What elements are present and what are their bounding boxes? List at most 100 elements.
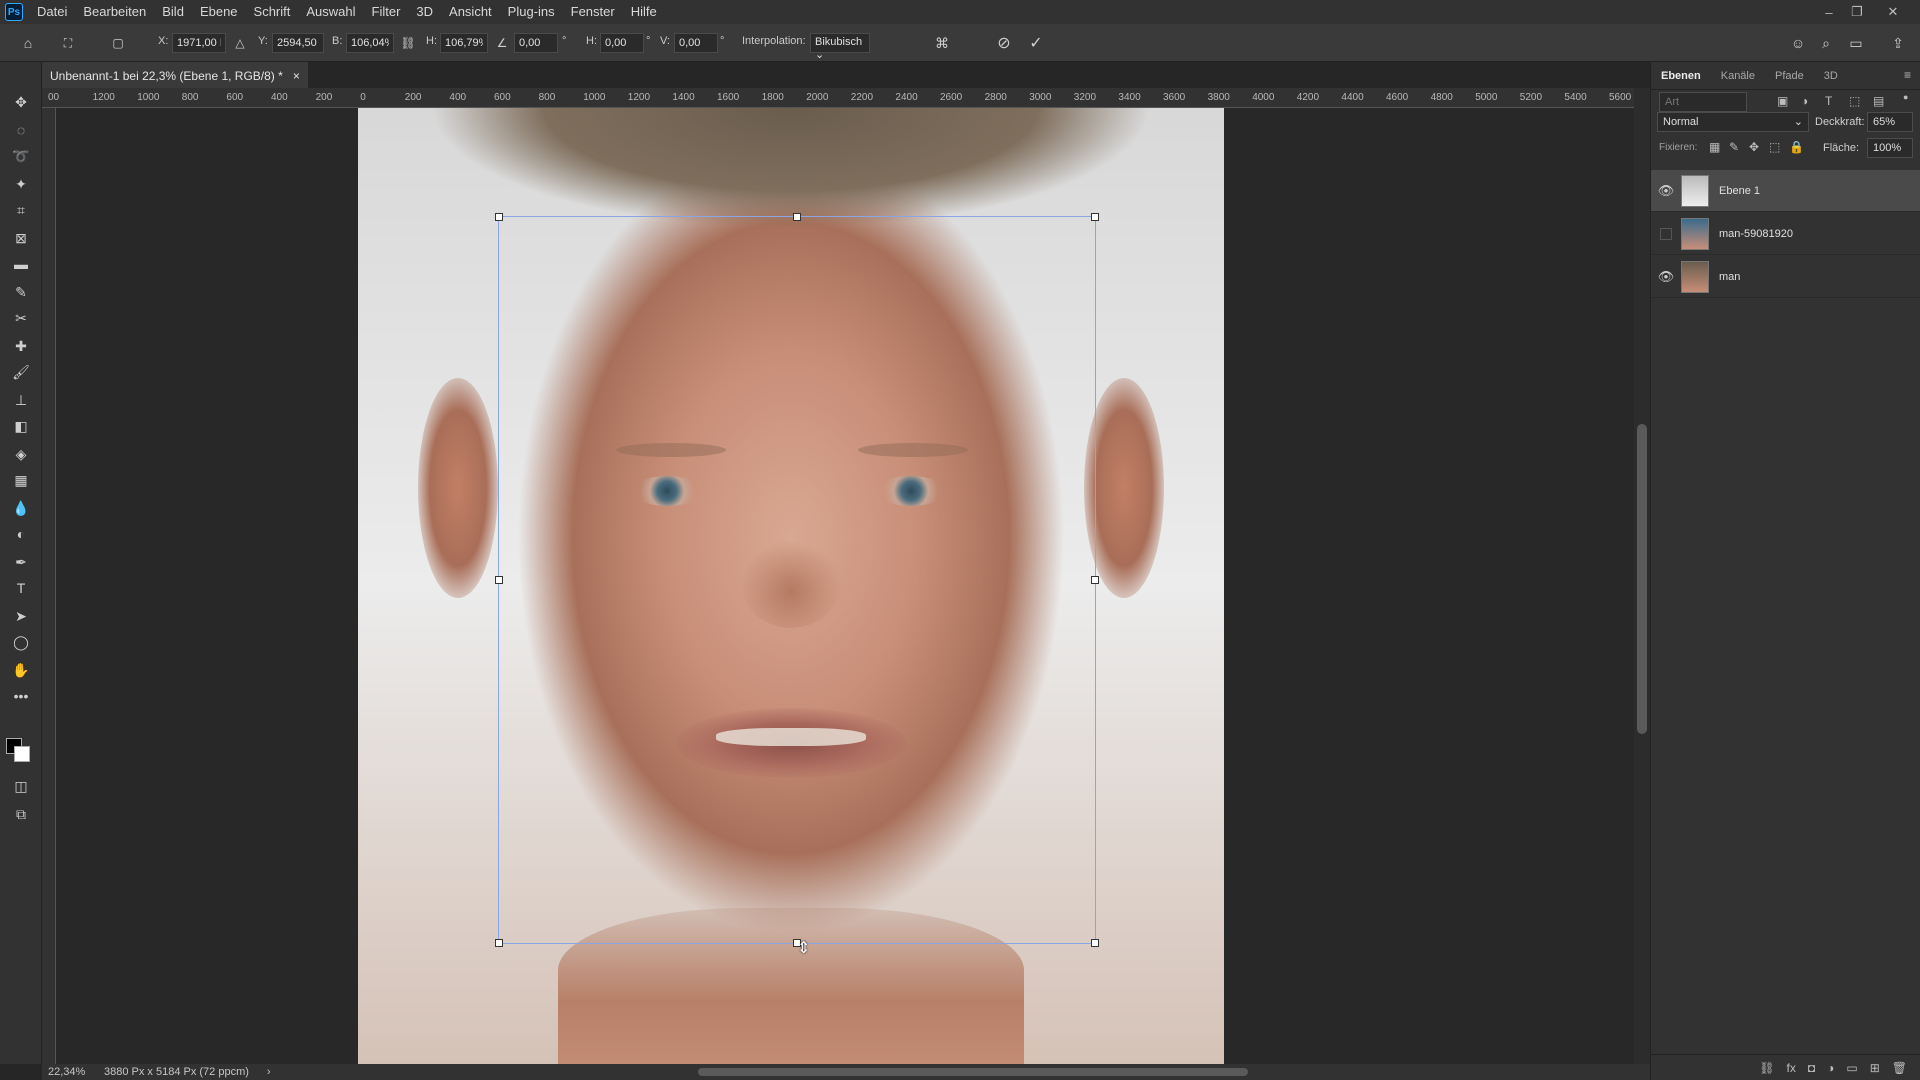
handle-middle-left[interactable] (495, 576, 503, 584)
pen-tool-icon[interactable]: ✒ (8, 550, 34, 574)
gradient-tool-icon[interactable]: ▦ (8, 468, 34, 492)
home-icon[interactable]: ⌂ (18, 33, 38, 53)
blur-tool-icon[interactable]: 💧 (8, 496, 34, 520)
delta-icon[interactable]: △ (230, 33, 250, 53)
y-position-input[interactable] (272, 33, 324, 53)
opacity-input[interactable]: 65% (1867, 112, 1913, 132)
tab-ebenen[interactable]: Ebenen (1651, 70, 1711, 89)
vertical-scroll-thumb[interactable] (1637, 424, 1647, 734)
zoom-level[interactable]: 22,34% (48, 1066, 92, 1078)
path-selection-tool-icon[interactable]: ➤ (8, 604, 34, 628)
vertical-scrollbar[interactable] (1634, 88, 1650, 1064)
tab-3d[interactable]: 3D (1814, 70, 1848, 89)
filter-pixel-icon[interactable]: ▣ (1777, 94, 1788, 108)
filter-shape-icon[interactable]: ⬚ (1849, 94, 1860, 108)
new-group-icon[interactable]: ▭ (1846, 1061, 1857, 1075)
healing-brush-tool-icon[interactable]: ✚ (8, 334, 34, 358)
canvas-area[interactable]: ⇕ (56, 108, 1634, 1064)
panel-menu-icon[interactable]: ≡ (1904, 68, 1911, 82)
more-tools-icon[interactable]: ••• (8, 684, 34, 708)
move-tool-icon[interactable]: ✥ (8, 90, 34, 114)
search-icon[interactable]: ⌕ (1816, 33, 1836, 53)
close-tab-icon[interactable]: × (293, 69, 300, 83)
new-layer-icon[interactable]: ⊞ (1870, 1061, 1880, 1075)
interpolation-select[interactable]: Bikubisch ⌄ (810, 33, 870, 61)
layer-row-ebene-1[interactable]: 👁 Ebene 1 (1651, 170, 1920, 212)
lock-transparency-icon[interactable]: ▦ (1709, 140, 1720, 154)
menu-filter[interactable]: Filter (364, 0, 409, 24)
filter-smart-object-icon[interactable]: ▤ (1873, 94, 1884, 108)
filter-toggle-icon[interactable]: ● (1903, 92, 1908, 102)
lock-position-icon[interactable]: ✥ (1749, 140, 1759, 154)
user-icon[interactable]: ☺ (1788, 33, 1808, 53)
handle-top-left[interactable] (495, 213, 503, 221)
handle-bottom-left[interactable] (495, 939, 503, 947)
x-position-input[interactable] (172, 33, 226, 53)
add-mask-icon[interactable]: ◘ (1808, 1061, 1815, 1075)
custom-shape-tool-icon[interactable]: ✋ (8, 658, 34, 682)
menu-datei[interactable]: Datei (29, 0, 75, 24)
height-input[interactable] (440, 33, 488, 53)
menu-plugins[interactable]: Plug-ins (500, 0, 563, 24)
menu-bild[interactable]: Bild (154, 0, 192, 24)
cancel-transform-icon[interactable]: ⊘ (994, 33, 1014, 53)
ellipse-tool-icon[interactable]: ◯ (8, 630, 34, 654)
workspace-icon[interactable]: ▭ (1846, 33, 1866, 53)
menu-hilfe[interactable]: Hilfe (623, 0, 665, 24)
paint-bucket-tool-icon[interactable]: ◈ (8, 442, 34, 466)
blend-mode-select[interactable]: Normal ⌄ (1657, 112, 1809, 132)
handle-top-right[interactable] (1091, 213, 1099, 221)
link-layers-icon[interactable]: ⛓ (1759, 1061, 1774, 1075)
link-icon[interactable]: ⛓ (398, 33, 418, 53)
handle-middle-right[interactable] (1091, 576, 1099, 584)
menu-fenster[interactable]: Fenster (563, 0, 623, 24)
eyedropper-tool-icon[interactable]: ✎ (8, 280, 34, 304)
dodge-tool-icon[interactable]: ◐ (8, 522, 34, 546)
marquee-tool-icon[interactable]: ◌ (8, 118, 34, 142)
menu-ansicht[interactable]: Ansicht (441, 0, 500, 24)
stamp-tool-icon[interactable]: ⊥ (8, 388, 34, 412)
angle-input[interactable] (514, 33, 558, 53)
magic-wand-tool-icon[interactable]: ✦ (8, 172, 34, 196)
handle-bottom-right[interactable] (1091, 939, 1099, 947)
frame-tool-icon[interactable]: ⊠ (8, 226, 34, 250)
type-tool-icon[interactable]: T (8, 576, 34, 600)
scissors-tool-icon[interactable]: ✂ (8, 306, 34, 330)
menu-bearbeiten[interactable]: Bearbeiten (75, 0, 154, 24)
layer-row-man-59081920[interactable]: man-59081920 (1651, 213, 1920, 255)
adjustment-layer-icon[interactable]: ◑ (1827, 1061, 1834, 1075)
layer-filter-search-input[interactable] (1659, 92, 1747, 112)
handle-top-center[interactable] (793, 213, 801, 221)
lock-all-icon[interactable]: 🔒 (1789, 140, 1804, 154)
visibility-eye-icon[interactable]: 👁 (1651, 256, 1681, 298)
menu-3d[interactable]: 3D (408, 0, 441, 24)
visibility-eye-icon[interactable]: 👁 (1651, 170, 1681, 212)
layer-row-man[interactable]: 👁 man (1651, 256, 1920, 298)
brush-tool-icon[interactable]: 🖌 (8, 360, 34, 384)
lock-artboard-icon[interactable]: ⬚ (1769, 140, 1780, 154)
crop-tool-icon[interactable]: ⌗ (8, 198, 34, 222)
visibility-off-box[interactable] (1651, 213, 1681, 255)
skew-v-input[interactable] (674, 33, 718, 53)
screen-mode-icon[interactable]: ⧉ (8, 802, 34, 826)
delete-layer-icon[interactable]: 🗑 (1892, 1061, 1907, 1075)
menu-auswahl[interactable]: Auswahl (298, 0, 363, 24)
menu-ebene[interactable]: Ebene (192, 0, 246, 24)
status-menu-arrow-icon[interactable]: › (267, 1066, 271, 1078)
transform-tool-icon[interactable]: ⛶ (58, 33, 78, 53)
quick-mask-icon[interactable]: ◫ (8, 774, 34, 798)
ruler-tool-icon[interactable]: ▬ (8, 252, 34, 276)
eraser-tool-icon[interactable]: ◧ (8, 414, 34, 438)
transform-bounding-box[interactable] (495, 213, 1099, 947)
background-color-swatch[interactable] (14, 746, 30, 762)
restore-icon[interactable]: ❐ (1842, 0, 1872, 24)
fx-icon[interactable]: fx (1787, 1061, 1796, 1075)
tab-pfade[interactable]: Pfade (1765, 70, 1814, 89)
commit-transform-icon[interactable]: ✓ (1026, 33, 1046, 53)
share-icon[interactable]: ⇪ (1888, 33, 1908, 53)
fill-input[interactable]: 100% (1867, 138, 1913, 158)
minimize-icon[interactable]: – (1814, 0, 1844, 24)
reference-point-icon[interactable]: ▢ (108, 33, 128, 53)
width-input[interactable] (346, 33, 394, 53)
filter-adjustment-icon[interactable]: ◑ (1801, 94, 1808, 108)
